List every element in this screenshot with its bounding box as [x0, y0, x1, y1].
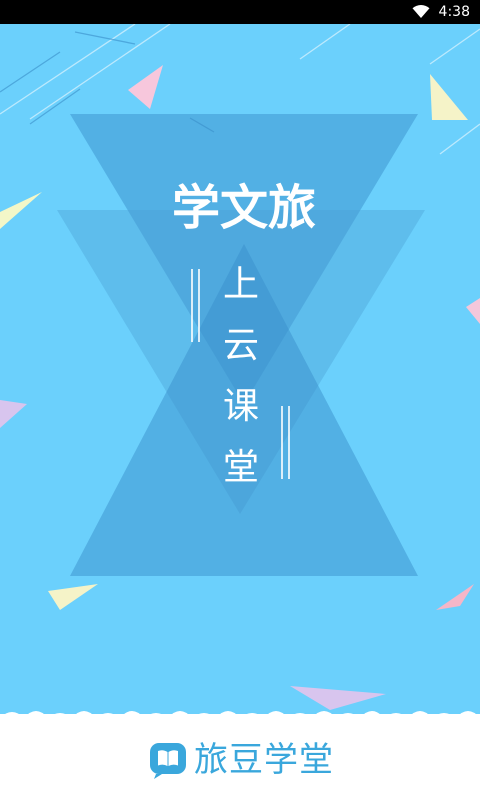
brand-name: 旅豆学堂	[194, 740, 334, 780]
subtitle-char-2: 云	[223, 325, 259, 366]
splash-graphic: 学文旅 上 云 课 堂	[0, 24, 480, 710]
brand-logo: 旅豆学堂	[148, 738, 334, 782]
wifi-icon	[412, 4, 430, 23]
shard-pink-right	[466, 298, 480, 324]
splash-screen: 4:38 学文旅 上 云 课 堂 旅豆学堂	[0, 0, 480, 800]
shard-pink-top	[128, 65, 163, 109]
status-time: 4:38	[438, 4, 470, 20]
subtitle-char-1: 上	[223, 264, 259, 305]
subtitle-char-4: 堂	[223, 447, 259, 488]
shard-yellow-left	[0, 192, 42, 229]
shard-lilac-left	[0, 400, 27, 428]
status-bar: 4:38	[0, 0, 480, 24]
splash-title: 学文旅	[172, 180, 316, 236]
subtitle-char-3: 课	[223, 386, 259, 427]
shard-yellow-right	[430, 74, 468, 120]
book-bubble-icon	[148, 740, 188, 780]
shard-yellow-bottom	[48, 584, 98, 610]
shard-pink-bottom	[436, 584, 474, 610]
splash-artwork: 学文旅 上 云 课 堂	[0, 24, 480, 714]
